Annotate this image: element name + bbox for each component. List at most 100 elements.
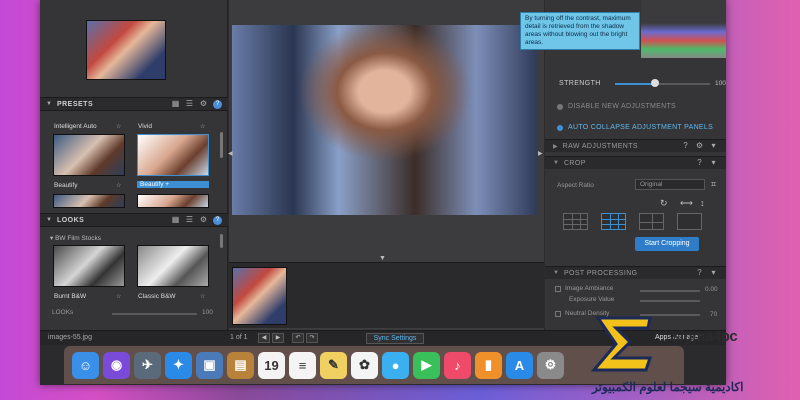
favorite-star-icon[interactable]: ☆ <box>200 293 205 300</box>
post-processing-row[interactable]: Image Ambiance <box>555 285 613 292</box>
looks-category[interactable]: ▾ BW Film Stocks <box>50 234 101 242</box>
auto-collapse-option[interactable]: AUTO COLLAPSE ADJUSTMENT PANELS <box>557 124 713 131</box>
grid-overlay-golden-button[interactable] <box>639 213 664 230</box>
notes-brown-icon[interactable]: ▤ <box>227 351 254 379</box>
launchpad-icon[interactable]: ✈ <box>134 351 161 379</box>
finder-icon[interactable]: ☺ <box>72 351 99 379</box>
radio-off-icon[interactable] <box>557 103 563 110</box>
raw-adjustments-title: RAW ADJUSTMENTS <box>562 142 638 150</box>
looks-scrollbar[interactable] <box>220 234 223 248</box>
preset-label: Beautify <box>54 182 78 189</box>
gear-icon[interactable]: ⚙ <box>695 142 704 150</box>
collapse-caret-icon[interactable]: ▼ <box>46 101 52 107</box>
sync-settings-button[interactable]: Sync Settings <box>366 333 424 344</box>
collapse-caret-icon[interactable]: ▾ <box>709 142 718 150</box>
help-icon[interactable]: ? <box>695 269 704 277</box>
previous-arrow-icon[interactable]: ◀ <box>258 333 270 343</box>
facetime-icon[interactable]: ▶ <box>413 351 440 379</box>
system-preferences-icon[interactable]: ⚙ <box>537 351 564 379</box>
collapse-right-arrow-icon[interactable]: ▶ <box>538 150 543 157</box>
rotate-left-icon[interactable]: ↶ <box>292 333 304 343</box>
grid-overlay-thirds-button[interactable] <box>601 213 626 230</box>
raw-adjustments-header[interactable]: ▶ RAW ADJUSTMENTS ? ⚙ ▾ <box>545 139 726 152</box>
preset-thumb[interactable] <box>137 194 209 208</box>
help-icon[interactable]: ? <box>213 99 222 109</box>
navigator-thumbnail[interactable] <box>86 20 166 80</box>
exposure-value-slider[interactable] <box>640 300 700 302</box>
strength-slider[interactable] <box>615 83 710 85</box>
help-icon[interactable]: ? <box>681 142 690 150</box>
looks-strength-slider[interactable] <box>112 313 197 315</box>
sigma-logo-watermark <box>590 316 653 372</box>
favorite-star-icon[interactable]: ☆ <box>116 123 121 130</box>
collapse-left-arrow-icon[interactable]: ◀ <box>228 150 233 157</box>
expand-caret-icon[interactable]: ▼ <box>553 270 559 276</box>
app-store-icon[interactable]: A <box>506 351 533 379</box>
reminders-icon[interactable]: ≡ <box>289 351 316 379</box>
next-arrow-icon[interactable]: ▶ <box>272 333 284 343</box>
list-view-icon[interactable]: ☰ <box>185 100 194 108</box>
favorite-star-icon[interactable]: ☆ <box>116 293 121 300</box>
favorite-star-icon[interactable]: ☆ <box>200 123 205 130</box>
siri-icon[interactable]: ◉ <box>103 351 130 379</box>
preset-label-selected: Beautify + <box>137 181 209 188</box>
rotate-right-icon[interactable]: ↷ <box>306 333 318 343</box>
calendar-icon[interactable]: 19 <box>258 351 285 379</box>
start-cropping-button[interactable]: Start Cropping <box>635 237 699 251</box>
safari-icon[interactable]: ✦ <box>165 351 192 379</box>
preset-thumb-beautify[interactable] <box>53 134 125 176</box>
look-label: Classic B&W <box>138 293 176 300</box>
presets-header[interactable]: ▼ PRESETS ▦ ☰ ⚙ ? <box>40 97 228 111</box>
expand-caret-icon[interactable]: ▶ <box>553 143 558 150</box>
crop-header[interactable]: ▼ CROP ? ▾ <box>545 156 726 169</box>
collapse-caret-icon[interactable]: ▾ <box>709 159 718 167</box>
filmstrip-thumbnail[interactable] <box>232 267 287 325</box>
grid-overlay-none-button[interactable] <box>563 213 588 230</box>
pp-value: 0.00 <box>705 286 718 293</box>
preset-thumb-beautify-plus[interactable] <box>137 134 209 176</box>
strength-value: 100 <box>715 80 726 87</box>
post-processing-header[interactable]: ▼ POST PROCESSING ? ▾ <box>545 266 726 279</box>
presets-title: PRESETS <box>56 100 94 108</box>
post-processing-row: Exposure Value <box>569 296 614 303</box>
preview-icon[interactable]: ▣ <box>196 351 223 379</box>
grid-view-icon[interactable]: ▦ <box>171 216 180 224</box>
radio-on-icon[interactable] <box>557 124 563 131</box>
collapse-caret-icon[interactable]: ▾ <box>709 269 718 277</box>
favorite-star-icon[interactable]: ☆ <box>116 182 121 189</box>
checkbox[interactable] <box>555 310 561 317</box>
collapse-caret-icon[interactable]: ▼ <box>46 217 52 223</box>
crop-icon[interactable]: ⌗ <box>711 179 716 190</box>
rotate-icon[interactable]: ↻ <box>660 198 668 209</box>
image-ambiance-slider[interactable] <box>640 290 700 292</box>
aspect-ratio-select[interactable]: Original <box>635 179 705 190</box>
grid-view-icon[interactable]: ▦ <box>171 100 180 108</box>
gear-icon[interactable]: ⚙ <box>199 100 208 108</box>
checkbox[interactable] <box>555 285 561 292</box>
main-photo[interactable] <box>232 25 537 215</box>
preset-thumb[interactable] <box>53 194 125 208</box>
music-icon[interactable]: ♪ <box>444 351 471 379</box>
presets-scrollbar[interactable] <box>220 132 223 158</box>
list-view-icon[interactable]: ☰ <box>185 216 194 224</box>
flip-horizontal-icon[interactable]: ⟷ <box>680 198 693 209</box>
looks-header[interactable]: ▼ LOOKS ▦ ☰ ⚙ ? <box>40 213 228 227</box>
watermark-brand: sigma4pc <box>672 328 738 345</box>
strength-slider-knob[interactable] <box>650 79 659 87</box>
look-thumb-classic-bw[interactable] <box>137 245 209 287</box>
watermark-arabic-text: اكاديمية سيجما لعلوم الكمبيوتر <box>592 380 744 394</box>
grid-overlay-diagonal-button[interactable] <box>677 213 702 230</box>
photos-icon[interactable]: ✿ <box>351 351 378 379</box>
help-icon[interactable]: ? <box>213 215 222 225</box>
look-thumb-burnt-bw[interactable] <box>53 245 125 287</box>
expand-caret-icon[interactable]: ▼ <box>553 160 559 166</box>
disable-new-adjustments-option[interactable]: DISABLE NEW ADJUSTMENTS <box>557 103 676 110</box>
books-icon[interactable]: ▮ <box>475 351 502 379</box>
notes-icon[interactable]: ✎ <box>320 351 347 379</box>
flip-vertical-icon[interactable]: ↕ <box>700 198 705 208</box>
filmstrip-toggle-arrow-icon[interactable]: ▼ <box>379 255 386 262</box>
looks-category-label: BW Film Stocks <box>55 235 101 242</box>
messages-icon[interactable]: ● <box>382 351 409 379</box>
gear-icon[interactable]: ⚙ <box>199 216 208 224</box>
help-icon[interactable]: ? <box>695 159 704 167</box>
